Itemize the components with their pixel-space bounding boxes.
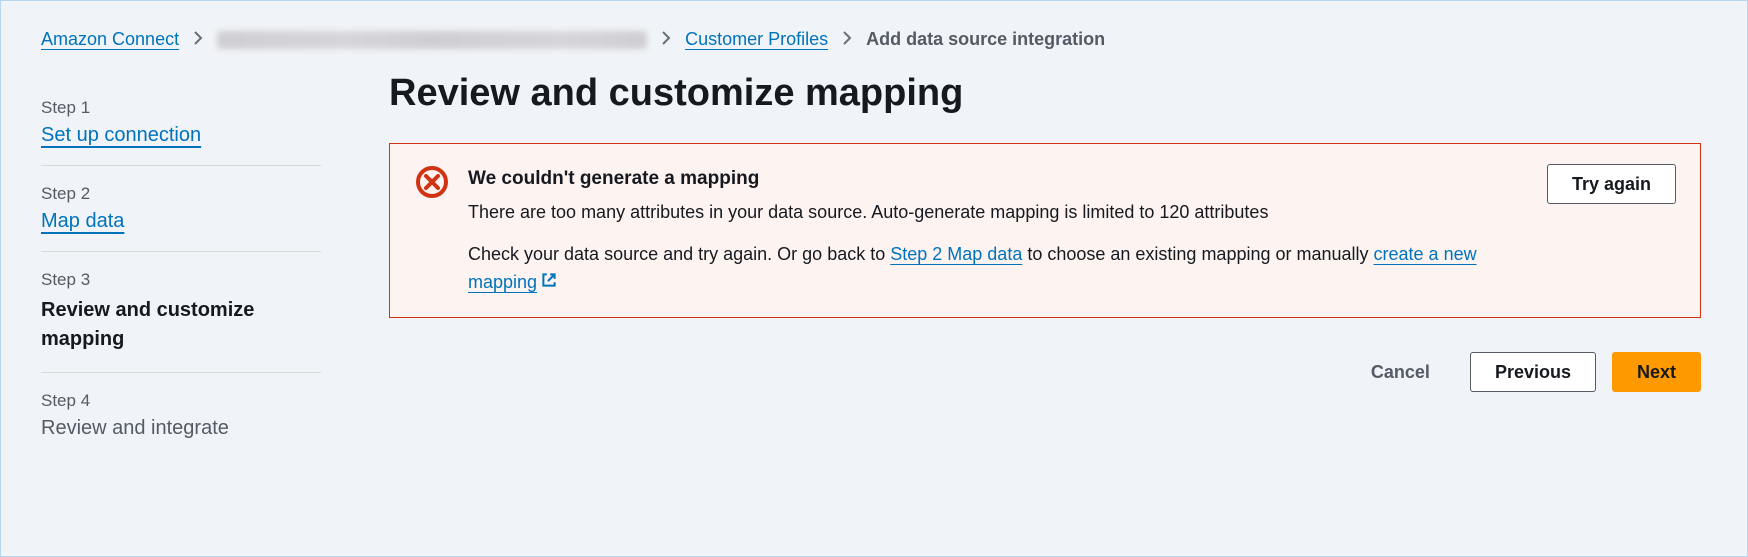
wizard-step-title: Review and integrate <box>41 417 321 440</box>
error-text-b: to choose an existing mapping or manuall… <box>1022 244 1373 264</box>
error-icon <box>414 164 450 200</box>
try-again-button[interactable]: Try again <box>1547 164 1676 204</box>
wizard-step-num: Step 2 <box>41 184 321 204</box>
wizard-step-1[interactable]: Step 1 Set up connection <box>41 80 321 166</box>
breadcrumb: Amazon Connect Customer Profiles Add dat… <box>41 29 1711 50</box>
chevron-right-icon <box>842 29 852 50</box>
previous-button[interactable]: Previous <box>1470 352 1596 392</box>
breadcrumb-current: Add data source integration <box>866 29 1105 50</box>
error-alert-title: We couldn't generate a mapping <box>468 164 1529 193</box>
wizard-step-title: Map data <box>41 210 321 233</box>
step2-map-data-link[interactable]: Step 2 Map data <box>890 244 1022 264</box>
wizard-step-num: Step 4 <box>41 391 321 411</box>
breadcrumb-instance-redacted <box>217 31 647 49</box>
error-alert-action: Try again <box>1547 164 1676 204</box>
chevron-right-icon <box>661 29 671 50</box>
wizard-steps-sidebar: Step 1 Set up connection Step 2 Map data… <box>41 80 321 458</box>
error-alert-body: We couldn't generate a mapping There are… <box>468 164 1529 297</box>
wizard-step-2[interactable]: Step 2 Map data <box>41 166 321 252</box>
wizard-step-4: Step 4 Review and integrate <box>41 373 321 458</box>
next-button[interactable]: Next <box>1612 352 1701 392</box>
cancel-button[interactable]: Cancel <box>1347 352 1454 392</box>
breadcrumb-profiles-link[interactable]: Customer Profiles <box>685 29 828 50</box>
external-link-icon <box>540 273 558 293</box>
wizard-step-3: Step 3 Review and customize mapping <box>41 252 321 373</box>
wizard-step-title: Review and customize mapping <box>41 296 321 354</box>
error-alert-line1: There are too many attributes in your da… <box>468 199 1529 227</box>
error-text-a: Check your data source and try again. Or… <box>468 244 890 264</box>
wizard-footer-actions: Cancel Previous Next <box>389 352 1701 392</box>
wizard-step-num: Step 1 <box>41 98 321 118</box>
error-alert: We couldn't generate a mapping There are… <box>389 143 1701 318</box>
breadcrumb-root-link[interactable]: Amazon Connect <box>41 29 179 50</box>
main-content: Review and customize mapping We couldn't… <box>389 80 1711 458</box>
wizard-step-num: Step 3 <box>41 270 321 290</box>
chevron-right-icon <box>193 29 203 50</box>
page-title: Review and customize mapping <box>389 72 1701 115</box>
error-alert-line2: Check your data source and try again. Or… <box>468 241 1529 297</box>
wizard-step-title: Set up connection <box>41 124 321 147</box>
